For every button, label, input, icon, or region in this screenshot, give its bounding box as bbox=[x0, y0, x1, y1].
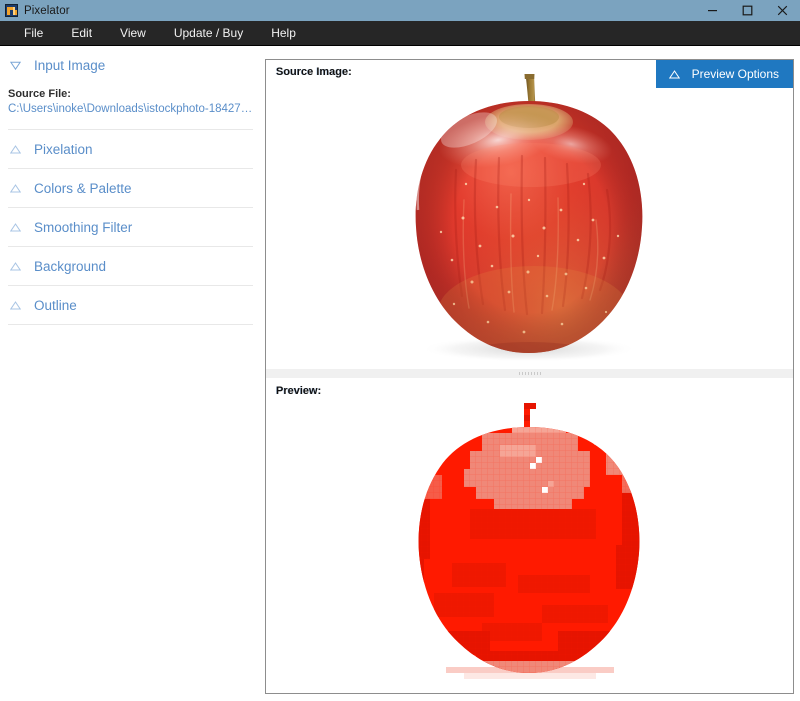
window-controls bbox=[695, 0, 800, 21]
sidebar-item-label: Pixelation bbox=[34, 141, 93, 157]
triangle-up-icon bbox=[8, 220, 22, 234]
triangle-up-icon bbox=[8, 259, 22, 273]
preview-options-button[interactable]: Preview Options bbox=[655, 60, 793, 88]
sidebar-item-label: Smoothing Filter bbox=[34, 219, 133, 235]
preview-options-label: Preview Options bbox=[691, 67, 779, 81]
window-title: Pixelator bbox=[24, 4, 70, 17]
sidebar-item-label: Input Image bbox=[34, 57, 106, 73]
title-bar: Pixelator bbox=[0, 0, 800, 21]
sidebar-item-label: Background bbox=[34, 258, 107, 274]
sidebar-item-colors-palette[interactable]: Colors & Palette bbox=[0, 169, 262, 207]
sidebar-section-colors-palette: Colors & Palette bbox=[0, 169, 262, 208]
sidebar-item-pixelation[interactable]: Pixelation bbox=[0, 130, 262, 168]
source-file-path[interactable]: C:\Users\inoke\Downloads\istockphoto-184… bbox=[8, 103, 254, 115]
triangle-up-icon bbox=[8, 298, 22, 312]
close-button[interactable] bbox=[765, 0, 800, 21]
triangle-up-icon bbox=[668, 67, 682, 81]
sidebar-section-background: Background bbox=[0, 247, 262, 286]
preview-artwork bbox=[266, 379, 793, 693]
triangle-down-icon bbox=[8, 58, 22, 72]
sidebar-section-input-image: Input Image Source File: C:\Users\inoke\… bbox=[0, 46, 262, 130]
sidebar-item-input-image[interactable]: Input Image bbox=[0, 46, 262, 84]
menu-item-view[interactable]: View bbox=[106, 21, 160, 45]
sidebar-section-pixelation: Pixelation bbox=[0, 130, 262, 169]
menu-item-file[interactable]: File bbox=[10, 21, 57, 45]
sidebar-item-background[interactable]: Background bbox=[0, 247, 262, 285]
triangle-up-icon bbox=[8, 142, 22, 156]
sidebar-item-outline[interactable]: Outline bbox=[0, 286, 262, 324]
source-image-artwork bbox=[266, 60, 793, 368]
sidebar-section-smoothing-filter: Smoothing Filter bbox=[0, 208, 262, 247]
menu-bar: File Edit View Update / Buy Help bbox=[0, 21, 800, 46]
triangle-up-icon bbox=[8, 181, 22, 195]
minimize-icon bbox=[708, 10, 717, 12]
menu-item-update-buy[interactable]: Update / Buy bbox=[160, 21, 257, 45]
preview-panel: Source Image: Source Image: Preview Opti… bbox=[265, 59, 794, 694]
sidebar-section-outline: Outline bbox=[0, 286, 262, 325]
pixelator-window: Pixelator File Edit View Update / Buy He… bbox=[0, 0, 800, 701]
minimize-button[interactable] bbox=[695, 0, 730, 21]
preview-pane: Preview: bbox=[266, 379, 793, 693]
maximize-icon bbox=[742, 5, 753, 16]
drag-grip-icon bbox=[518, 372, 541, 375]
sidebar-item-smoothing-filter[interactable]: Smoothing Filter bbox=[0, 208, 262, 246]
app-icon bbox=[5, 4, 18, 17]
source-file-block: Source File: C:\Users\inoke\Downloads\is… bbox=[0, 84, 262, 129]
sidebar: Input Image Source File: C:\Users\inoke\… bbox=[0, 46, 262, 701]
source-file-label: Source File: bbox=[8, 88, 71, 100]
sidebar-divider bbox=[8, 324, 253, 325]
source-image-label: Source Image: bbox=[275, 66, 351, 78]
menu-item-edit[interactable]: Edit bbox=[57, 21, 106, 45]
sidebar-item-label: Colors & Palette bbox=[34, 180, 132, 196]
close-icon bbox=[777, 5, 788, 16]
menu-item-help[interactable]: Help bbox=[257, 21, 310, 45]
maximize-button[interactable] bbox=[730, 0, 765, 21]
pane-splitter[interactable] bbox=[266, 368, 793, 379]
source-image-pane: Source Image: Source Image: Preview Opti… bbox=[266, 60, 793, 368]
preview-label: Preview: bbox=[275, 385, 321, 397]
sidebar-item-label: Outline bbox=[34, 297, 77, 313]
